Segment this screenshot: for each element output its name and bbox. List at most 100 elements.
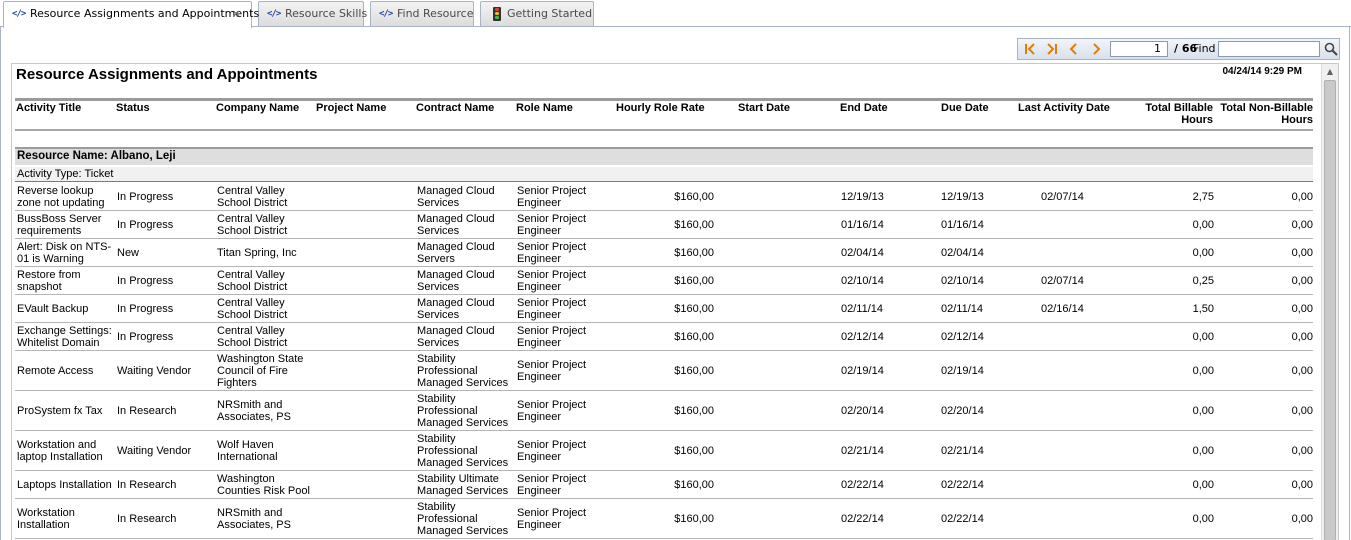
cell-role-name: Senior Project Engineer [517,240,587,265]
cell-start-date [739,211,819,238]
cell-total-non-billable-hours: 0,00 [1291,302,1313,315]
next-page-icon[interactable] [1088,41,1104,57]
cell-activity-title: Alert: Disk on NTS- 01 is Warning [17,240,112,265]
col-hourly-role-rate: Hourly Role Rate [616,102,705,114]
table-row: Laptops Installation In Research Washingto… [15,471,1313,499]
report-timestamp: 04/24/14 9:29 PM [1222,66,1303,77]
scrollbar-thumb[interactable] [1324,80,1336,540]
cell-total-non-billable-hours: 0,00 [1291,444,1313,457]
cell-start-date [739,323,819,350]
cell-project-name [317,267,415,294]
cell-company-name: Washington State Council of Fire Fighter… [217,352,304,389]
cell-contract-name: Managed Cloud Servers [417,240,495,265]
cell-hourly-role-rate: $160,00 [674,330,714,343]
cell-total-billable-hours: 1,50 [1192,302,1214,315]
cell-due-date: 02/22/14 [941,512,984,525]
col-activity-title: Activity Title [16,102,82,114]
resource-name-label: Resource Name: Albano, Leji [17,150,176,162]
cell-role-name: Senior Project Engineer [517,296,587,321]
cell-hourly-role-rate: $160,00 [674,246,714,259]
cell-total-billable-hours: 0,25 [1192,274,1214,287]
cell-company-name: Central Valley School District [217,296,288,321]
cell-project-name [317,295,415,322]
col-start-date: Start Date [738,102,790,114]
cell-end-date: 02/21/14 [841,444,884,457]
cell-total-non-billable-hours: 0,00 [1291,218,1313,231]
cell-total-billable-hours: 0,00 [1192,444,1214,457]
cell-status: Waiting Vendor [117,444,192,457]
cell-contract-name: Stability Professional Managed Services [417,352,509,389]
cell-total-billable-hours: 0,00 [1192,404,1214,417]
cell-last-activity-date: 02/07/14 [1041,274,1084,287]
cell-hourly-role-rate: $160,00 [674,302,714,315]
page-number-input[interactable]: 1 [1110,41,1168,57]
cell-company-name: Wolf Haven International [217,438,278,463]
close-icon[interactable]: × [232,2,241,26]
tab-label: Find Resource [397,7,474,20]
cell-start-date [739,391,819,430]
tab-resource-assignments[interactable]: </> Resource Assignments and Appointment… [3,1,259,28]
cell-role-name: Senior Project Engineer [517,398,587,423]
cell-status: In Research [117,512,177,525]
tab-getting-started[interactable]: Getting Started [480,1,594,26]
cell-status: In Progress [117,330,174,343]
table-row: Remote Access Waiting Vendor Washington St… [15,351,1313,391]
header-rule-bottom [15,129,1313,131]
cell-status: In Progress [117,218,174,231]
find-label: Find [1193,42,1216,55]
cell-role-name: Senior Project Engineer [517,358,587,383]
tab-resource-skills[interactable]: </> Resource Skills [258,1,367,26]
traffic-light-icon [493,7,501,21]
tab-label: Resource Assignments and Appointments [30,7,260,20]
cell-project-name [317,431,415,470]
cell-contract-name: Managed Cloud Services [417,212,495,237]
cell-total-non-billable-hours: 0,00 [1291,512,1313,525]
cell-last-activity-date [1041,431,1121,470]
table-row: BussBoss Server requirements In Progress C… [15,211,1313,239]
scroll-up-icon[interactable]: ▲ [1322,64,1338,80]
table-row: Workstation Installation In Research NRSmi… [15,499,1313,539]
cell-last-activity-date [1041,211,1121,238]
tab-label: Getting Started [507,7,593,20]
cell-project-name [317,211,415,238]
cell-due-date: 02/11/14 [941,302,984,315]
cell-end-date: 02/04/14 [841,246,884,259]
cell-project-name [317,391,415,430]
col-end-date: End Date [840,102,888,114]
cell-due-date: 02/04/14 [941,246,984,259]
cell-due-date: 01/16/14 [941,218,984,231]
last-page-icon[interactable] [1044,41,1060,57]
cell-end-date: 02/11/14 [841,302,884,315]
report-page: Resource Assignments and Appointments 04… [11,63,1339,540]
cell-role-name: Senior Project Engineer [517,472,587,497]
cell-project-name [317,471,415,498]
cell-end-date: 02/22/14 [841,512,884,525]
cell-company-name: Central Valley School District [217,268,288,293]
cell-role-name: Senior Project Engineer [517,438,587,463]
tab-find-resource[interactable]: </> Find Resource [370,1,474,26]
cell-total-billable-hours: 0,00 [1192,512,1214,525]
cell-due-date: 12/19/13 [941,190,984,203]
first-page-icon[interactable] [1022,41,1038,57]
cell-due-date: 02/12/14 [941,330,984,343]
cell-company-name: Washington Counties Risk Pool [217,472,310,497]
search-icon[interactable] [1323,40,1339,58]
cell-start-date [739,267,819,294]
cell-total-billable-hours: 0,00 [1192,246,1214,259]
previous-page-icon[interactable] [1066,41,1082,57]
vertical-scrollbar[interactable]: ▲ [1321,64,1338,540]
cell-company-name: Titan Spring, Inc [217,246,297,259]
cell-last-activity-date [1041,471,1121,498]
cell-start-date [739,471,819,498]
cell-start-date [739,295,819,322]
col-project-name: Project Name [316,102,387,114]
cell-company-name: Central Valley School District [217,324,288,349]
col-last-activity-date: Last Activity Date [1018,102,1110,114]
cell-start-date [739,431,819,470]
table-row: Restore from snapshot In Progress Central … [15,267,1313,295]
cell-end-date: 12/19/13 [841,190,884,203]
cell-role-name: Senior Project Engineer [517,184,587,209]
cell-contract-name: Managed Cloud Services [417,268,495,293]
cell-end-date: 02/19/14 [841,364,884,377]
find-input[interactable] [1218,41,1320,57]
